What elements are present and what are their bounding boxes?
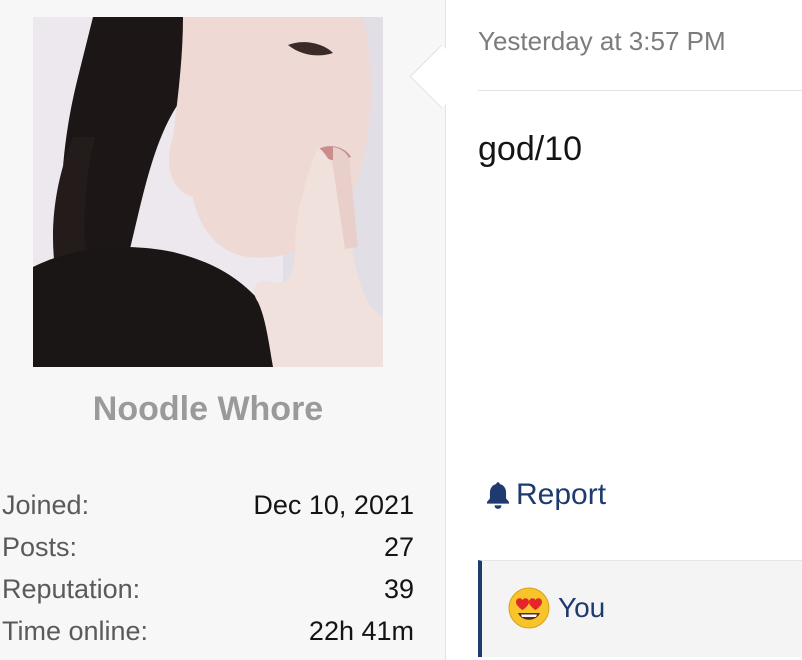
user-info-panel: Noodle Whore Joined: Dec 10, 2021 Posts:…	[0, 0, 446, 660]
stat-label: Joined:	[2, 490, 90, 520]
stat-row-time-online: Time online: 22h 41m	[2, 616, 414, 658]
report-button[interactable]: Report	[484, 478, 606, 512]
reaction-item[interactable]: You	[508, 587, 605, 629]
post-timestamp[interactable]: Yesterday at 3:57 PM	[478, 26, 726, 57]
avatar[interactable]	[33, 17, 383, 367]
heart-eyes-emoji-icon	[508, 587, 550, 629]
divider	[478, 90, 802, 91]
stat-label: Reputation:	[2, 574, 141, 604]
user-avatar-photo	[33, 17, 383, 367]
post-message: god/10	[478, 130, 582, 168]
stat-value: 22h 41m	[308, 616, 414, 646]
user-stats: Joined: Dec 10, 2021 Posts: 27 Reputatio…	[2, 490, 414, 658]
stat-label: Posts:	[2, 532, 78, 562]
stat-value: Dec 10, 2021	[253, 490, 414, 520]
post-content-panel: Yesterday at 3:57 PM god/10 Report You	[446, 0, 802, 660]
username[interactable]: Noodle Whore	[0, 390, 416, 429]
stat-value: 27	[383, 532, 414, 562]
stat-row-reputation: Reputation: 39	[2, 574, 414, 616]
stat-value: 39	[383, 574, 414, 604]
reactions-bar: You	[478, 560, 802, 657]
reaction-user: You	[558, 592, 606, 623]
stat-label: Time online:	[2, 616, 149, 646]
bell-icon	[487, 482, 509, 509]
stat-row-posts: Posts: 27	[2, 532, 414, 574]
stat-row-joined: Joined: Dec 10, 2021	[2, 490, 414, 532]
report-label: Report	[516, 478, 607, 511]
